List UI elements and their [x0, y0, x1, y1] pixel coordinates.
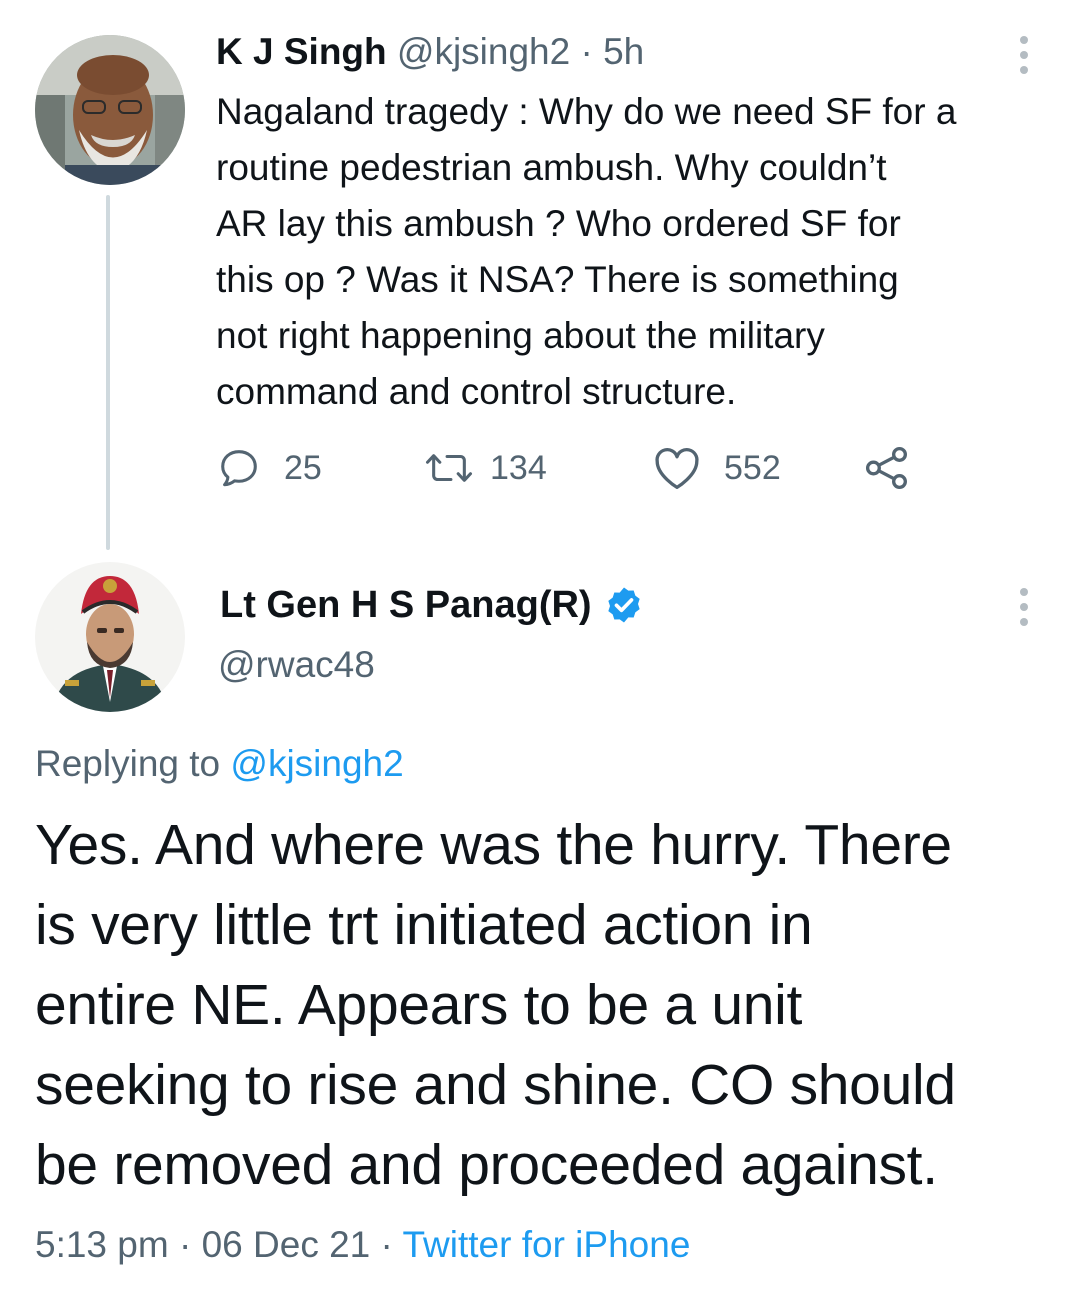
tweet1-more-icon[interactable] — [1016, 36, 1032, 74]
tweet2-text: Yes. And where was the hurry. There is v… — [35, 813, 956, 1197]
retweet-button[interactable]: 134 — [424, 440, 547, 496]
tweet1-timestamp[interactable]: 5h — [603, 31, 644, 72]
replying-to-label: Replying to — [35, 743, 231, 784]
retweet-count: 134 — [490, 448, 547, 487]
like-count: 552 — [724, 448, 781, 487]
avatar-portrait-image — [35, 35, 185, 185]
tweet1-author-name[interactable]: K J Singh — [216, 31, 387, 72]
tweet1-separator: · — [580, 31, 593, 72]
avatar-hs-panag[interactable] — [35, 562, 185, 712]
tweet2-time[interactable]: 5:13 pm — [35, 1224, 169, 1265]
tweet1-action-bar: 25 134 552 — [216, 440, 936, 496]
meta-separator: · — [370, 1224, 403, 1265]
thread-connector-line — [106, 195, 110, 550]
share-button[interactable] — [862, 440, 912, 496]
replying-to-line: Replying to @kjsingh2 — [35, 740, 404, 788]
tweet2-author-name[interactable]: Lt Gen H S Panag(R) — [220, 582, 644, 628]
tweet2-source-link[interactable]: Twitter for iPhone — [402, 1224, 690, 1265]
avatar-kj-singh[interactable] — [35, 35, 185, 185]
reply-count: 25 — [284, 448, 322, 487]
tweet1-text: Nagaland tragedy : Why do we need SF for… — [216, 91, 957, 412]
like-button[interactable]: 552 — [652, 440, 781, 496]
like-icon — [655, 447, 699, 490]
tweet2-metadata: 5:13 pm · 06 Dec 21 · Twitter for iPhone — [35, 1218, 690, 1272]
tweet2-author-handle[interactable]: @rwac48 — [218, 642, 375, 688]
reply-button[interactable]: 25 — [216, 440, 322, 496]
retweet-icon — [425, 454, 472, 482]
tweet2-more-icon[interactable] — [1016, 588, 1032, 626]
reply-icon — [221, 450, 257, 487]
avatar-portrait-image — [35, 562, 185, 712]
tweet1-author-handle[interactable]: @kjsingh2 — [397, 31, 570, 72]
replying-to-mention-link[interactable]: @kjsingh2 — [230, 743, 403, 784]
tweet2-author-name-text: Lt Gen H S Panag(R) — [220, 584, 592, 626]
tweet1-header: K J Singh @kjsingh2 · 5h — [216, 30, 644, 74]
meta-separator: · — [168, 1224, 202, 1265]
share-icon — [865, 446, 907, 490]
verified-badge-icon — [607, 587, 640, 623]
tweet2-date[interactable]: 06 Dec 21 — [202, 1224, 371, 1265]
